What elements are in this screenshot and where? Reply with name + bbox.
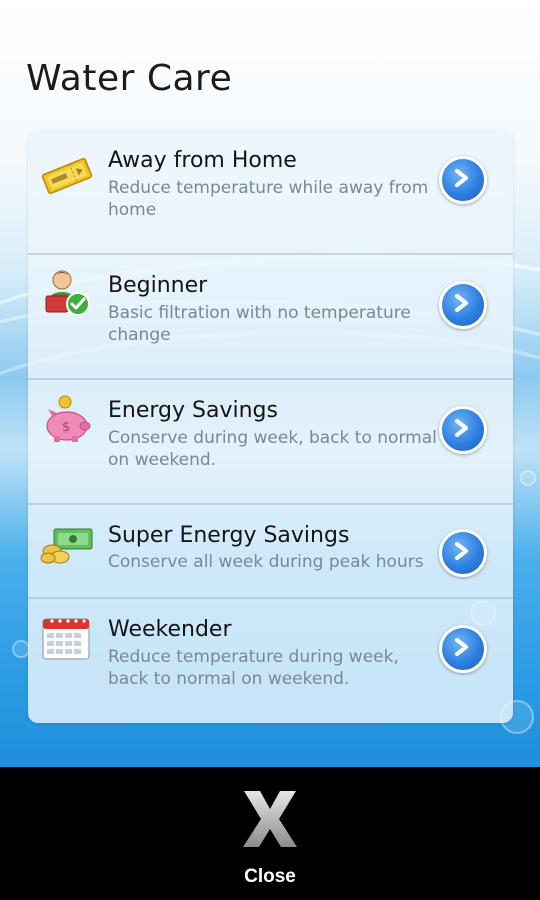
close-label: Close	[244, 866, 296, 887]
person-check-icon	[40, 268, 94, 316]
chevron-right-icon	[455, 169, 468, 187]
go-arrow-button[interactable]	[439, 625, 487, 673]
chevron-right-icon	[455, 419, 468, 437]
bottom-bar: Close	[0, 767, 540, 900]
page-title: Water Care	[26, 58, 233, 99]
list-item-title: Weekender	[108, 617, 232, 642]
money-coins-icon	[40, 525, 94, 573]
list-item-energy-savings[interactable]: $ Energy Savings Conserve during week, b…	[28, 380, 513, 505]
list-item-title: Beginner	[108, 273, 208, 298]
chevron-right-icon	[455, 542, 468, 560]
list-item-description: Reduce temperature during week, back to …	[108, 647, 399, 689]
list-item-weekender[interactable]: Weekender Reduce temperature during week…	[28, 599, 513, 723]
list-item-description: Conserve during week, back to normal on …	[108, 428, 437, 470]
chevron-right-icon	[455, 294, 468, 312]
calendar-icon	[40, 615, 94, 663]
go-arrow-button[interactable]	[439, 156, 487, 204]
water-care-screen: Water Care Away from Home Reduce tempera…	[0, 0, 540, 900]
x-icon	[240, 789, 300, 853]
list-item-description: Conserve all week during peak hours	[108, 552, 424, 572]
list-item-description: Basic filtration with no temperature cha…	[108, 303, 411, 345]
mode-list: Away from Home Reduce temperature while …	[28, 130, 513, 723]
go-arrow-button[interactable]	[439, 529, 487, 577]
chevron-right-icon	[455, 638, 468, 656]
list-item-title: Away from Home	[108, 148, 297, 173]
close-button[interactable]: Close	[220, 781, 320, 893]
go-arrow-button[interactable]	[439, 406, 487, 454]
list-item-description: Reduce temperature while away from home	[108, 178, 429, 220]
list-item-super-energy-savings[interactable]: Super Energy Savings Conserve all week d…	[28, 505, 513, 599]
background-bubble	[520, 470, 536, 486]
svg-text:$: $	[62, 420, 70, 435]
piggy-bank-icon: $	[40, 394, 94, 442]
list-item-title: Super Energy Savings	[108, 523, 350, 548]
go-arrow-button[interactable]	[439, 281, 487, 329]
list-item-title: Energy Savings	[108, 398, 278, 423]
list-item-away-from-home[interactable]: Away from Home Reduce temperature while …	[28, 130, 513, 255]
ticket-icon	[40, 152, 94, 200]
list-item-beginner[interactable]: Beginner Basic filtration with no temper…	[28, 255, 513, 380]
